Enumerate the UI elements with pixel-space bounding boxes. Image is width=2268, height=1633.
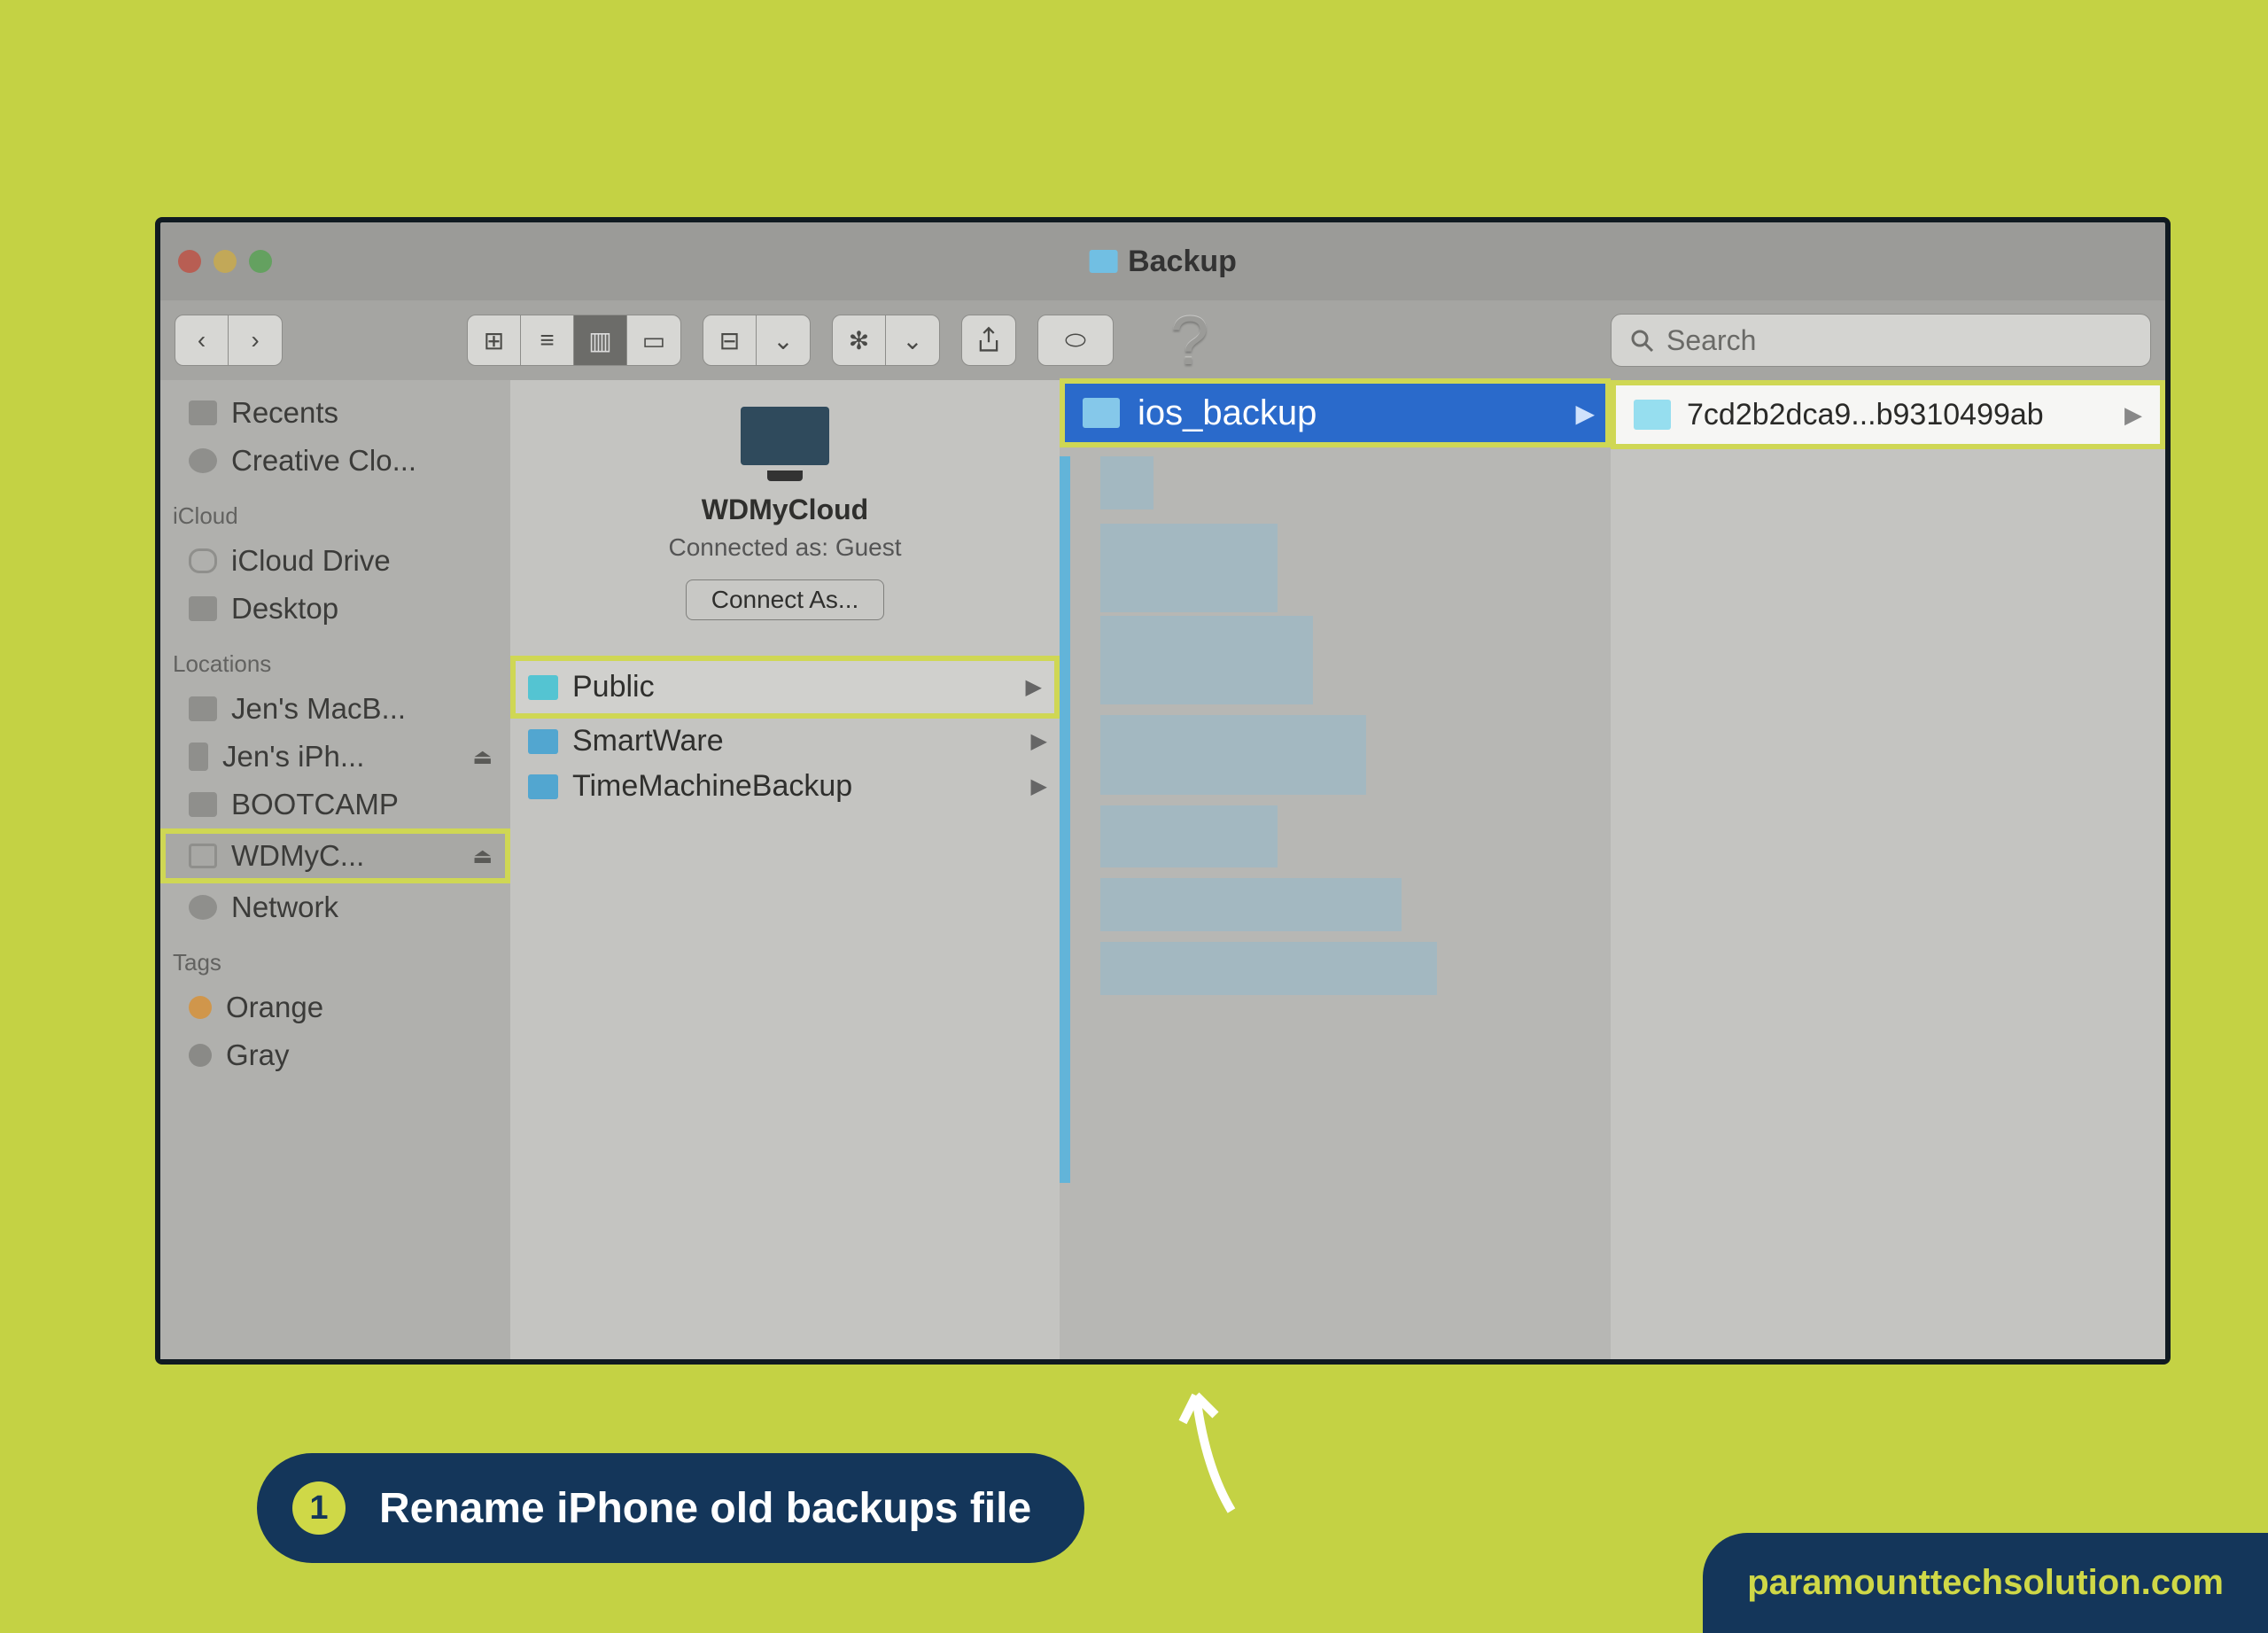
eject-icon[interactable]: ⏏ (472, 844, 493, 869)
folder-icon (1089, 250, 1117, 273)
sidebar-tag-gray[interactable]: Gray (160, 1031, 510, 1079)
folder-public[interactable]: Public▶ (510, 656, 1060, 719)
phone-icon (189, 743, 208, 771)
search-field[interactable]: Search (1611, 314, 2151, 367)
help-icon[interactable]: ? (1170, 300, 1208, 381)
column-2: ios_backup ▶ (1060, 380, 1611, 1359)
server-name: WDMyCloud (702, 494, 868, 526)
window-title: Backup (1089, 245, 1237, 279)
sidebar-item-network[interactable]: Network (160, 883, 510, 931)
folder-ios-backup[interactable]: ios_backup ▶ (1060, 378, 1611, 447)
folder-icon (528, 774, 558, 799)
sidebar-item-bootcamp[interactable]: BOOTCAMP (160, 781, 510, 828)
nav-buttons: ‹ › (175, 315, 283, 366)
step-caption: 1 Rename iPhone old backups file (257, 1453, 1084, 1563)
chevron-right-icon: ▶ (1031, 774, 1047, 799)
icon-view-button[interactable]: ⊞ (468, 315, 521, 365)
tag-dot-icon (189, 1044, 212, 1067)
sidebar-item-macbook[interactable]: Jen's MacB... (160, 685, 510, 733)
sidebar-item-iphone[interactable]: Jen's iPh...⏏ (160, 733, 510, 781)
eject-icon[interactable]: ⏏ (472, 744, 493, 770)
traffic-lights (178, 250, 272, 273)
column-3: 7cd2b2dca9...b9310499ab ▶ (1611, 380, 2165, 1359)
creative-cloud-icon (189, 448, 217, 473)
connect-as-button[interactable]: Connect As... (686, 579, 885, 620)
arrange-group: ⊟ ⌄ (703, 315, 811, 366)
gallery-view-button[interactable]: ▭ (627, 315, 680, 365)
sidebar-item-icloud-drive[interactable]: iCloud Drive (160, 537, 510, 585)
sidebar-item-recents[interactable]: Recents (160, 389, 510, 437)
folder-timemachine[interactable]: TimeMachineBackup▶ (510, 764, 1060, 809)
tag-dot-icon (189, 996, 212, 1019)
search-icon (1629, 328, 1654, 353)
curved-arrow-icon (1152, 1378, 1258, 1520)
column-view-button[interactable]: ▥ (574, 315, 627, 365)
titlebar: Backup (160, 222, 2165, 300)
folder-backup-hash[interactable]: 7cd2b2dca9...b9310499ab ▶ (1611, 380, 2165, 449)
sidebar-section-locations: Locations (160, 633, 510, 685)
share-button[interactable] (962, 315, 1015, 365)
server-info: WDMyCloud Connected as: Guest Connect As… (510, 407, 1060, 620)
tags-button[interactable]: ⬭ (1038, 315, 1113, 365)
blurred-content (1100, 456, 1437, 1227)
finder-window: Backup ‹ › ⊞ ≡ ▥ ▭ ⊟ ⌄ ✻ ⌄ ⬭ ? Search (155, 217, 2171, 1365)
chevron-right-icon: ▶ (2124, 401, 2142, 429)
zoom-window-button[interactable] (249, 250, 272, 273)
server-icon (189, 844, 217, 868)
column-1: WDMyCloud Connected as: Guest Connect As… (510, 380, 1060, 1359)
arrange-button[interactable]: ⊟ (703, 315, 757, 365)
chevron-right-icon: ▶ (1026, 674, 1042, 700)
recents-icon (189, 400, 217, 425)
server-monitor-icon (741, 407, 829, 465)
sidebar-item-desktop[interactable]: Desktop (160, 585, 510, 633)
sidebar-section-icloud: iCloud (160, 485, 510, 537)
action-dropdown[interactable]: ⌄ (886, 315, 939, 365)
sidebar-tag-orange[interactable]: Orange (160, 984, 510, 1031)
view-mode-group: ⊞ ≡ ▥ ▭ (467, 315, 681, 366)
sidebar: Recents Creative Clo... iCloud iCloud Dr… (160, 380, 510, 1359)
folder-icon (528, 729, 558, 754)
minimize-window-button[interactable] (214, 250, 237, 273)
close-window-button[interactable] (178, 250, 201, 273)
credit-badge: paramounttechsolution.com (1703, 1533, 2268, 1633)
connection-status: Connected as: Guest (668, 533, 901, 562)
forward-button[interactable]: › (229, 315, 282, 365)
list-view-button[interactable]: ≡ (521, 315, 574, 365)
network-icon (189, 895, 217, 920)
search-placeholder: Search (1666, 324, 1756, 357)
cloud-icon (189, 548, 217, 573)
chevron-right-icon: ▶ (1575, 399, 1595, 428)
desktop-icon (189, 596, 217, 621)
selection-bar (1060, 456, 1070, 1183)
finder-body: Recents Creative Clo... iCloud iCloud Dr… (160, 380, 2165, 1359)
folder-smartware[interactable]: SmartWare▶ (510, 719, 1060, 764)
disk-icon (189, 792, 217, 817)
action-button[interactable]: ✻ (833, 315, 886, 365)
step-number: 1 (292, 1481, 346, 1535)
folder-icon (1083, 398, 1120, 428)
laptop-icon (189, 696, 217, 721)
sidebar-item-creative-cloud[interactable]: Creative Clo... (160, 437, 510, 485)
sidebar-item-wdmycloud[interactable]: WDMyC...⏏ (160, 828, 510, 883)
folder-icon (1634, 400, 1671, 430)
back-button[interactable]: ‹ (175, 315, 229, 365)
action-group: ✻ ⌄ (832, 315, 940, 366)
title-text: Backup (1128, 245, 1237, 279)
step-text: Rename iPhone old backups file (379, 1484, 1031, 1533)
chevron-right-icon: ▶ (1031, 728, 1047, 754)
folder-icon (528, 675, 558, 700)
toolbar: ‹ › ⊞ ≡ ▥ ▭ ⊟ ⌄ ✻ ⌄ ⬭ ? Search (160, 300, 2165, 380)
sidebar-section-tags: Tags (160, 931, 510, 984)
arrange-dropdown[interactable]: ⌄ (757, 315, 810, 365)
